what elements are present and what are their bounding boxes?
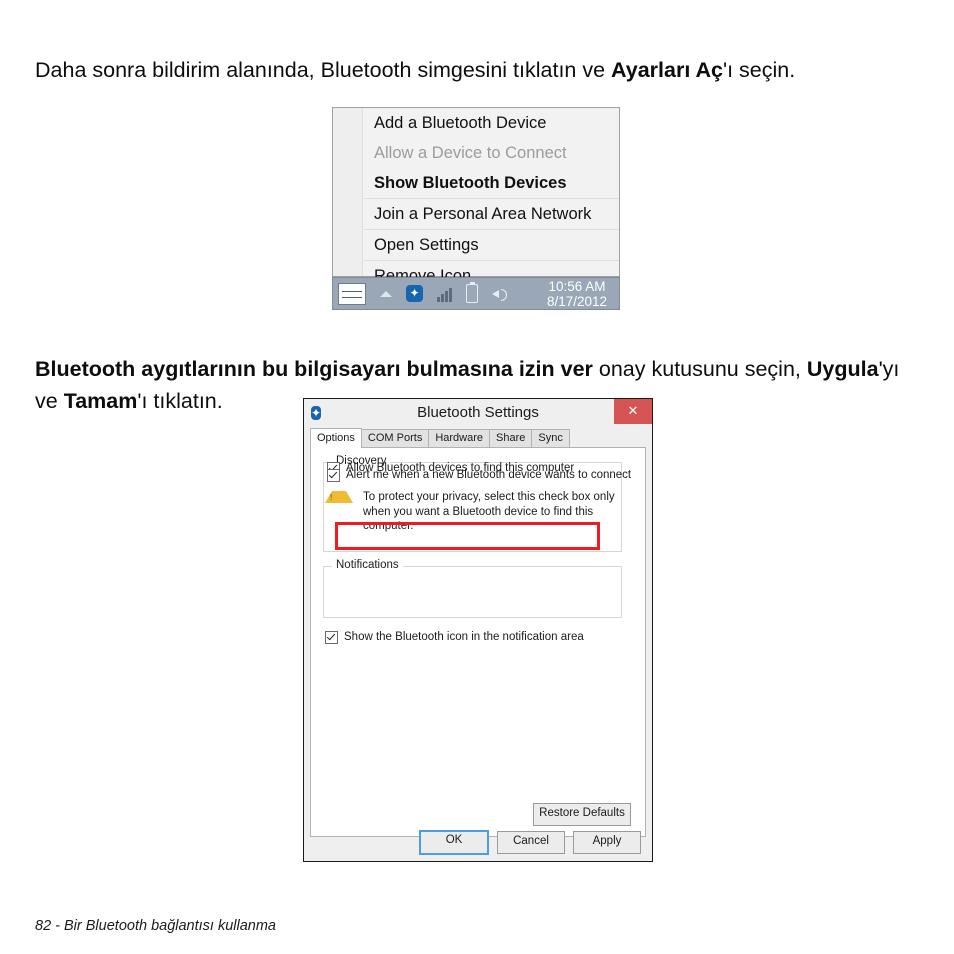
menu-group-devices: Add a Bluetooth Device Allow a Device to… bbox=[364, 108, 619, 198]
bluetooth-settings-dialog: ✦ Bluetooth Settings ✕ Options COM Ports… bbox=[303, 398, 653, 862]
signal-bars bbox=[437, 286, 452, 302]
show-bluetooth-icon-checkbox[interactable] bbox=[325, 631, 338, 644]
menu-icon-gutter bbox=[333, 108, 363, 276]
tab-hardware[interactable]: Hardware bbox=[428, 429, 491, 447]
notifications-group: Notifications bbox=[323, 559, 622, 618]
tray-overflow-arrow-icon[interactable] bbox=[380, 290, 392, 297]
paragraph-2-text-part-1: onay kutusunu seçin, bbox=[592, 356, 807, 381]
battery-shape bbox=[466, 282, 478, 303]
paragraph-2-bold-ok: Tamam bbox=[63, 388, 138, 413]
dialog-button-bar: OK Cancel Apply bbox=[304, 823, 652, 861]
paragraph-1-bold-open-settings: Ayarları Aç bbox=[611, 57, 723, 82]
options-tab-panel: Discovery Allow Bluetooth devices to fin… bbox=[310, 448, 646, 837]
alert-new-device-checkbox[interactable] bbox=[327, 469, 340, 482]
menu-item-add-a-bluetooth-device[interactable]: Add a Bluetooth Device bbox=[364, 108, 619, 138]
bluetooth-icon[interactable]: ✦ bbox=[406, 285, 423, 302]
instruction-paragraph-1: Daha sonra bildirim alanında, Bluetooth … bbox=[35, 54, 925, 86]
alert-new-device-label: Alert me when a new Bluetooth device wan… bbox=[346, 469, 632, 481]
network-signal-icon[interactable] bbox=[437, 286, 452, 302]
bluetooth-tray-context-menu[interactable]: Add a Bluetooth Device Allow a Device to… bbox=[332, 107, 620, 285]
menu-item-open-settings[interactable]: Open Settings bbox=[364, 230, 619, 260]
paragraph-1-text-part-2: 'ı seçin. bbox=[722, 57, 796, 82]
bluetooth-glyph: ✦ bbox=[406, 285, 423, 302]
dialog-title-bar[interactable]: ✦ Bluetooth Settings ✕ bbox=[304, 399, 652, 426]
tab-share[interactable]: Share bbox=[489, 429, 533, 447]
tab-com-ports[interactable]: COM Ports bbox=[360, 429, 430, 447]
cancel-button[interactable]: Cancel bbox=[497, 830, 565, 854]
tab-sync[interactable]: Sync bbox=[531, 429, 570, 447]
clock-time: 10:56 AM bbox=[548, 278, 606, 294]
red-highlight-annotation bbox=[335, 522, 600, 550]
page-footer: 82 - Bir Bluetooth bağlantısı kullanma bbox=[35, 918, 276, 934]
show-bluetooth-icon-label: Show the Bluetooth icon in the notificat… bbox=[344, 631, 584, 643]
notifications-group-label: Notifications bbox=[332, 559, 403, 571]
menu-item-join-a-personal-area-network[interactable]: Join a Personal Area Network bbox=[364, 199, 619, 229]
warning-triangle-icon bbox=[325, 491, 353, 503]
menu-group-network: Join a Personal Area Network bbox=[364, 198, 619, 229]
close-icon[interactable]: ✕ bbox=[614, 399, 652, 424]
menu-group-settings: Open Settings bbox=[364, 229, 619, 260]
show-bluetooth-icon-checkbox-row[interactable]: Show the Bluetooth icon in the notificat… bbox=[325, 630, 584, 644]
apply-button[interactable]: Apply bbox=[573, 830, 641, 854]
speaker-shape bbox=[492, 286, 508, 302]
volume-icon[interactable] bbox=[492, 286, 508, 302]
paragraph-2-text-part-3: 'ı tıklatın. bbox=[137, 388, 223, 413]
paragraph-2-bold-apply: Uygula bbox=[806, 356, 879, 381]
paragraph-1-text-part-1: Daha sonra bildirim alanında, Bluetooth … bbox=[35, 57, 612, 82]
menu-item-show-bluetooth-devices[interactable]: Show Bluetooth Devices bbox=[364, 168, 619, 198]
battery-icon[interactable] bbox=[466, 282, 478, 303]
dialog-tab-strip: Options COM Ports Hardware Share Sync bbox=[310, 428, 646, 448]
keyboard-icon[interactable] bbox=[338, 282, 366, 305]
paragraph-2-bold-allow-devices: Bluetooth aygıtlarının bu bilgisayarı bu… bbox=[35, 356, 593, 381]
windows-taskbar-notification-area: ✦ 10:56 AM 8/17/2012 bbox=[332, 277, 620, 310]
taskbar-clock[interactable]: 10:56 AM 8/17/2012 bbox=[547, 279, 607, 309]
clock-date: 8/17/2012 bbox=[546, 293, 607, 309]
dialog-title: Bluetooth Settings bbox=[417, 404, 539, 421]
menu-item-allow-a-device-to-connect: Allow a Device to Connect bbox=[374, 144, 567, 162]
alert-new-device-checkbox-row[interactable]: Alert me when a new Bluetooth device wan… bbox=[327, 468, 631, 482]
tab-options[interactable]: Options bbox=[310, 428, 362, 448]
ok-button[interactable]: OK bbox=[419, 829, 489, 855]
